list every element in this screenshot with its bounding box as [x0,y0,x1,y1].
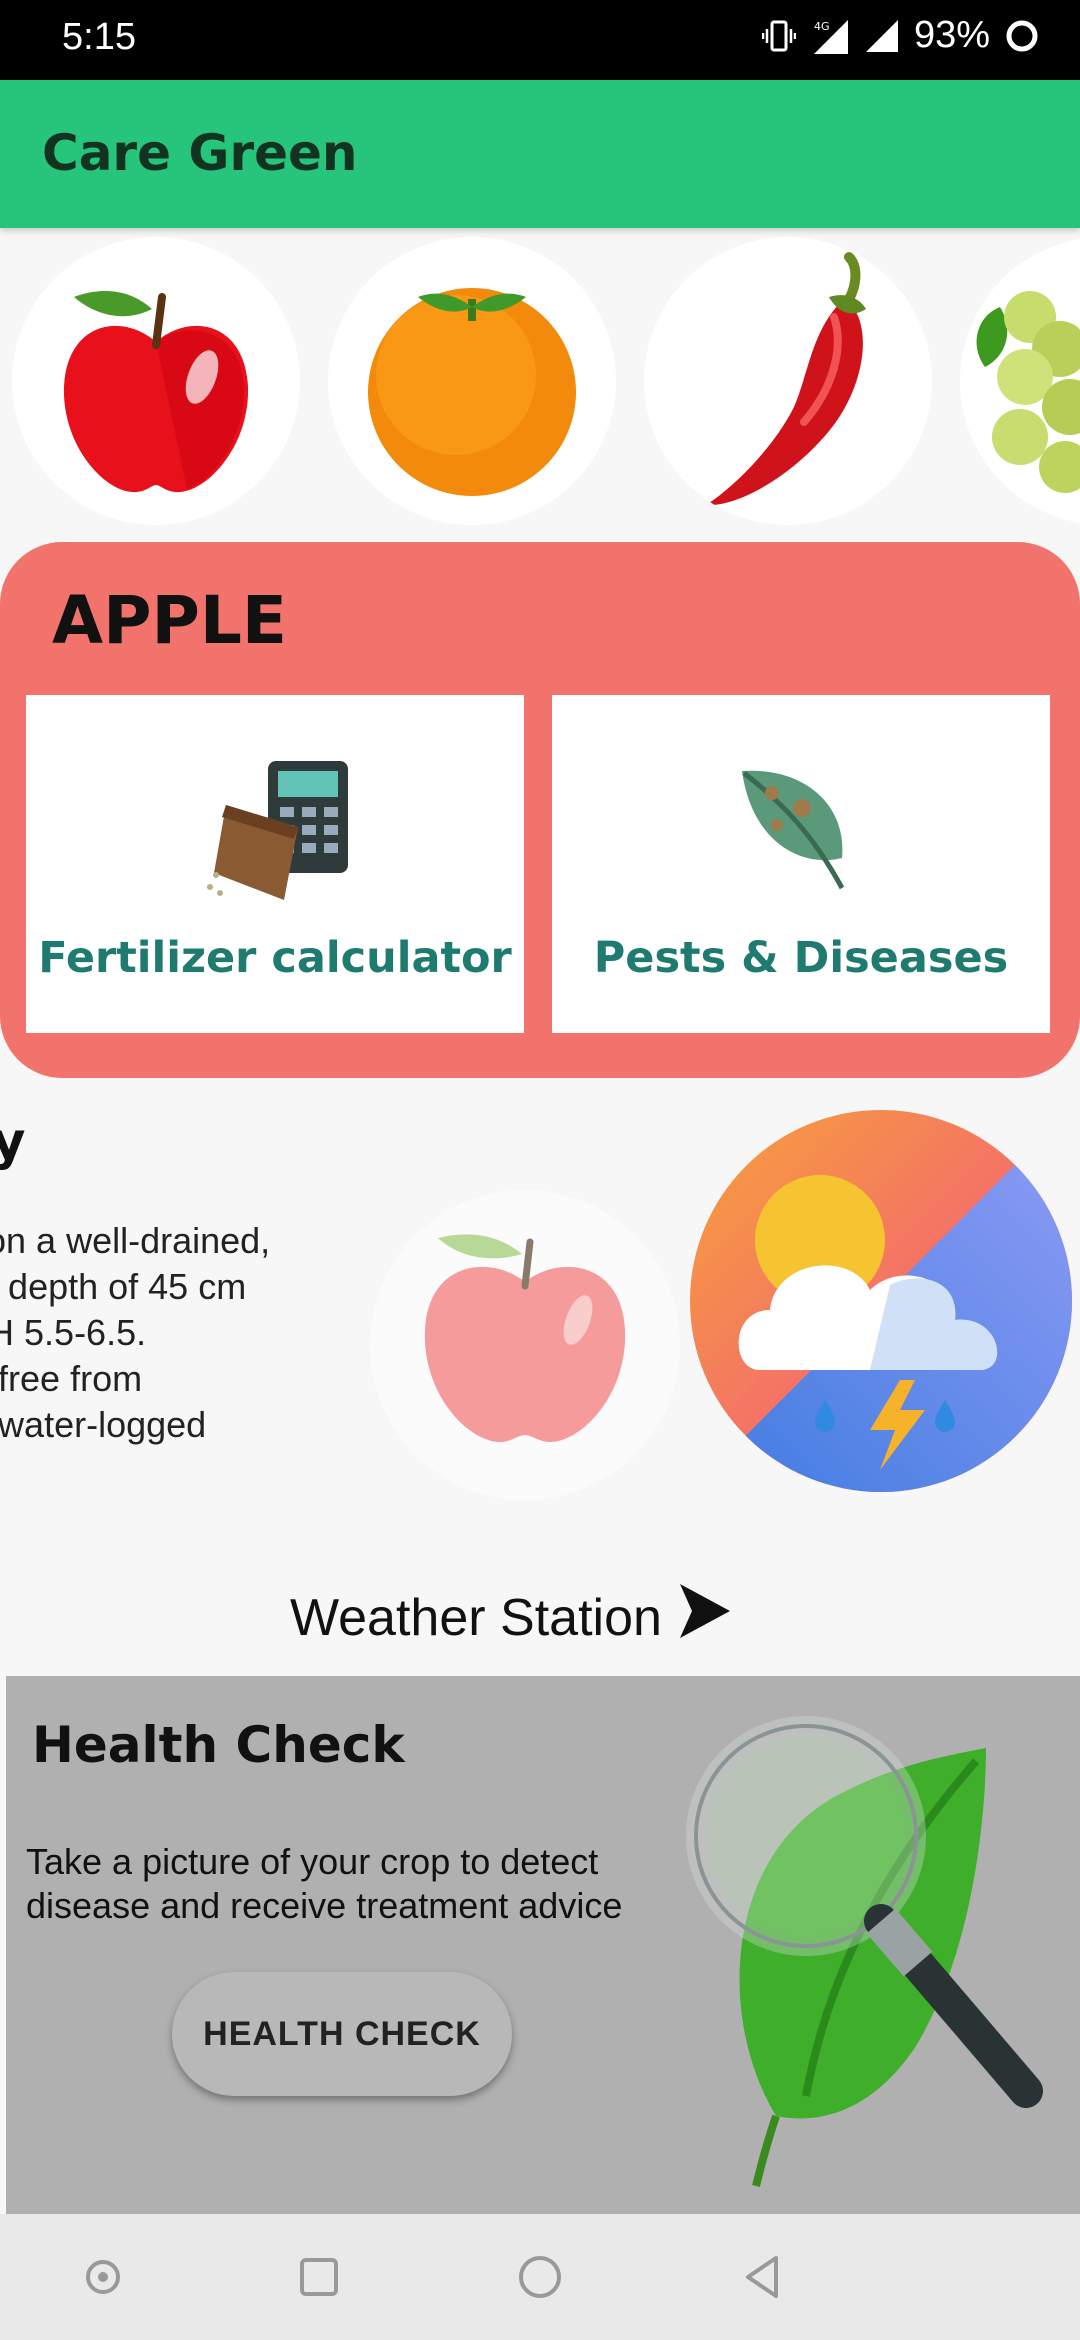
network-type: 4G [814,20,830,33]
battery-icon [1004,18,1040,54]
status-time: 5:15 [62,16,136,58]
status-bar: 5:15 4G 93% [0,0,1080,80]
back-icon[interactable] [738,2252,788,2302]
pests-diseases-label: Pests & Diseases [593,933,1009,983]
crop-card: APPLE Fertilizer calculator Pests & Dise… [0,542,1080,1078]
signal-icon: 4G [810,16,850,56]
play-arrow-icon [678,1582,732,1653]
weather-station-link[interactable]: Weather Station [290,1582,732,1653]
vibrate-icon [761,19,796,53]
fertilizer-calculator-label: Fertilizer calculator [38,933,512,983]
crop-selector [0,235,1080,535]
pests-diseases-tile[interactable]: Pests & Diseases [552,695,1050,1033]
app-title: Care Green [42,124,358,182]
history-heading: ry [0,1112,26,1172]
apple-icon[interactable] [12,237,300,525]
history-text: st on a well-drained, g a depth of 45 cm… [0,1220,271,1445]
battery-percent: 93% [913,14,990,56]
home-icon[interactable] [515,2252,565,2302]
assistant-icon[interactable] [78,2252,128,2302]
weather-station-label: Weather Station [290,1588,662,1647]
health-check-button[interactable]: HEALTH CHECK [172,1972,512,2096]
recents-icon[interactable] [294,2252,344,2302]
chili-pepper-icon[interactable] [644,237,932,525]
app-bar: Care Green [0,80,1080,228]
crop-name: APPLE [52,582,287,659]
fertilizer-calculator-tile[interactable]: Fertilizer calculator [26,695,524,1033]
signal-icon [864,18,900,54]
weather-icon[interactable] [690,1110,1072,1492]
health-check-description: Take a picture of your crop to detect di… [26,1841,623,1926]
health-check-card: Health Check Take a picture of your crop… [6,1676,1080,2214]
magnifier-leaf-icon [656,1686,1056,2210]
status-icons: 4G 93% [761,14,1040,57]
apple-icon [370,1190,680,1500]
grapes-icon[interactable] [960,237,1080,525]
navigation-bar [0,2214,1080,2340]
health-check-title: Health Check [32,1716,405,1774]
orange-icon[interactable] [328,237,616,525]
